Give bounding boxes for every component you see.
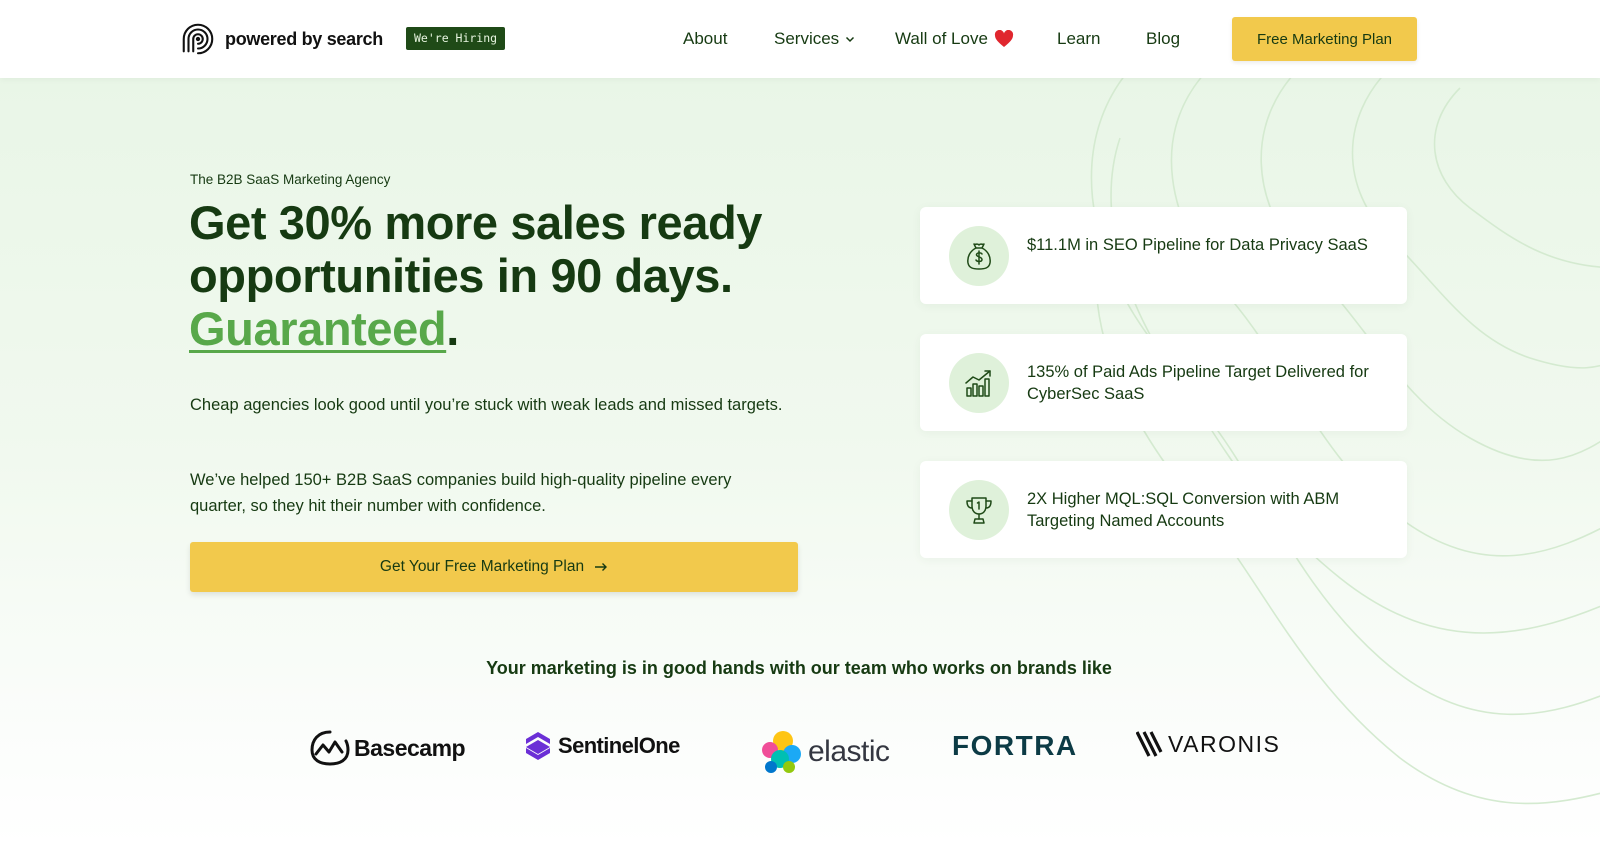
site-header: powered by search We're Hiring About Ser… [0,0,1600,78]
stat-card-abm: 2X Higher MQL:SQL Conversion with ABM Ta… [920,461,1407,558]
brands-title: Your marketing is in good hands with our… [486,658,1112,678]
nav-blog[interactable]: Blog [1146,29,1180,49]
headline-line-1: Get 30% more sales ready [189,196,763,249]
stat-text: 2X Higher MQL:SQL Conversion with ABM Ta… [1027,490,1340,530]
elastic-wordmark: elastic [808,735,890,768]
heart-icon [994,30,1013,47]
nav-about[interactable]: About [683,29,727,49]
headline-period: . [446,302,459,355]
headline-accent: Guaranteed [189,302,447,355]
get-free-marketing-plan-button[interactable]: Get Your Free Marketing Plan [190,542,798,592]
nav-learn-label: Learn [1057,29,1101,48]
growth-chart-icon [949,353,1009,413]
sentinelone-logo: SentinelOne [524,730,680,762]
basecamp-mountain-icon [310,730,350,766]
hero-section: The B2B SaaS Marketing Agency Get 30% mo… [0,78,1600,845]
hero-headline: Get 30% more sales ready opportunities i… [189,196,849,355]
sentinelone-mark-icon [526,732,550,760]
hero-paragraph-2: We’ve helped 150+ B2B SaaS companies bui… [190,471,732,515]
hero-eyebrow: The B2B SaaS Marketing Agency [190,172,391,187]
elastic-cluster-icon [762,731,801,773]
nav-wall-of-love-label: Wall of Love [895,29,988,48]
hero-paragraph-1: Cheap agencies look good until you’re st… [190,396,783,414]
nav-blog-label: Blog [1146,29,1181,48]
fortra-logo: FORTRA [952,730,1078,762]
elastic-logo: elastic [758,730,890,774]
varonis-logo: VARONIS [1136,730,1280,758]
nav-services[interactable]: Services [774,29,855,49]
trophy-icon [949,480,1009,540]
hero-cta-label: Get Your Free Marketing Plan [379,558,585,575]
varonis-mark-icon [1136,731,1163,757]
chevron-down-icon [846,36,855,43]
stat-text: 135% of Paid Ads Pipeline Target Deliver… [1027,363,1369,403]
basecamp-wordmark: Basecamp [354,734,466,761]
sentinelone-wordmark: SentinelOne [558,733,680,758]
nav-wall-of-love[interactable]: Wall of Love [895,29,1014,49]
stat-text: $11.1M in SEO Pipeline for Data Privacy … [1027,236,1368,254]
nav-learn[interactable]: Learn [1057,29,1100,49]
stat-card-seo: $11.1M in SEO Pipeline for Data Privacy … [920,207,1407,304]
free-marketing-plan-button[interactable]: Free Marketing Plan [1232,17,1417,61]
fortra-wordmark: FORTRA [952,730,1078,761]
nav-services-label: Services [774,29,840,48]
money-bag-icon [949,226,1009,286]
headline-line-2: opportunities in 90 days. [189,249,733,302]
varonis-wordmark: VARONIS [1168,730,1281,757]
basecamp-logo: Basecamp [310,730,466,766]
arrow-right-icon [595,563,608,571]
stat-card-paid-ads: 135% of Paid Ads Pipeline Target Deliver… [920,334,1407,431]
nav-about-label: About [683,29,728,48]
